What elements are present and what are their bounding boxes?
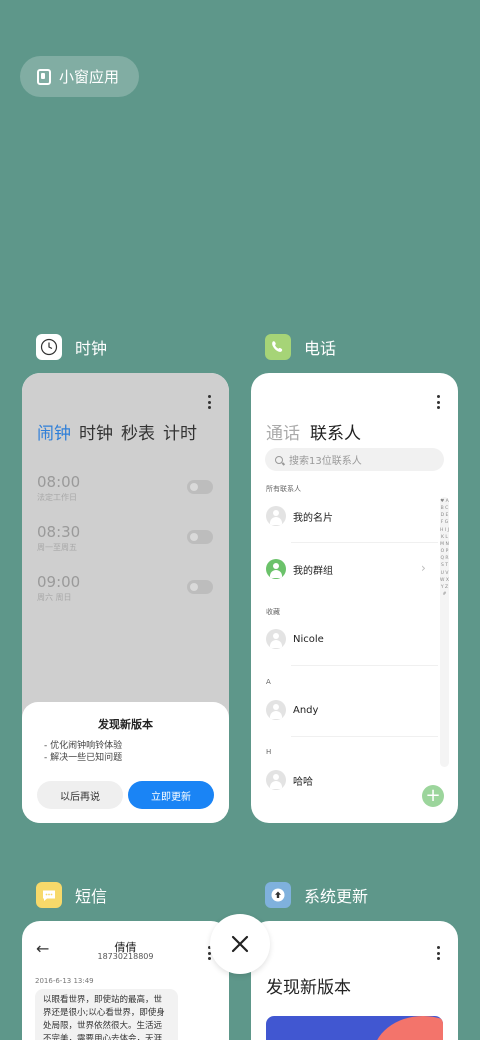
app-header-clock[interactable]: 时钟 — [36, 334, 107, 360]
dialog-line: - 优化闹钟响铃体验 — [44, 741, 123, 751]
alarm-toggle[interactable] — [187, 580, 213, 594]
group-avatar — [266, 559, 286, 579]
message-timestamp: 2016-6-13 13:49 — [35, 977, 94, 985]
recent-card-sms[interactable]: ← 倩倩 18730218809 2016-6-13 13:49 以眼看世界，即… — [22, 921, 229, 1040]
phone-tabs: 通话 联系人 — [266, 419, 361, 444]
section-a: A — [266, 678, 271, 686]
later-button[interactable]: 以后再说 — [37, 781, 123, 809]
app-header-update[interactable]: 系统更新 — [265, 882, 368, 908]
app-name-clock: 时钟 — [75, 339, 108, 358]
update-dialog: 发现新版本 - 优化闹钟响铃体验 - 解决一些已知问题 以后再说 立即更新 — [22, 702, 229, 823]
divider — [291, 665, 438, 666]
phone-app-icon — [265, 334, 291, 360]
contact-name: Nicole — [293, 633, 324, 645]
floating-window-icon — [37, 68, 51, 85]
avatar — [266, 770, 286, 790]
alarm-repeat: 周六 周日 — [37, 593, 72, 602]
contact-name: 哈哈 — [293, 776, 313, 788]
alarm-time: 09:00 — [37, 573, 81, 591]
app-name-phone: 电话 — [304, 339, 337, 358]
tab-stopwatch[interactable]: 秒表 — [121, 419, 155, 444]
more-icon[interactable] — [436, 946, 440, 960]
clear-all-button[interactable] — [210, 914, 270, 974]
divider — [291, 736, 438, 737]
tab-timer[interactable]: 计时 — [163, 419, 197, 444]
app-name-update: 系统更新 — [304, 887, 369, 906]
more-icon[interactable] — [207, 395, 211, 409]
alarm-toggle[interactable] — [187, 480, 213, 494]
sms-app-icon — [36, 882, 62, 908]
system-update-app-icon — [265, 882, 291, 908]
floating-window-label: 小窗应用 — [59, 68, 120, 86]
avatar — [266, 506, 286, 526]
recent-card-phone[interactable]: 通话 联系人 搜索13位联系人 所有联系人 我的名片 我的群组 › 收藏 Nic… — [251, 373, 458, 823]
search-placeholder: 搜索13位联系人 — [289, 456, 362, 467]
alarm-toggle[interactable] — [187, 530, 213, 544]
recent-card-update[interactable]: 发现新版本 — [251, 921, 458, 1040]
alarm-time: 08:30 — [37, 523, 81, 541]
clock-app-icon — [36, 334, 62, 360]
avatar — [266, 629, 286, 649]
section-favorites: 收藏 — [266, 608, 280, 616]
contact-row[interactable]: Andy — [266, 700, 318, 720]
update-now-button[interactable]: 立即更新 — [128, 781, 214, 809]
contact-search-input[interactable]: 搜索13位联系人 — [265, 448, 444, 471]
section-h: H — [266, 748, 272, 756]
tab-alarm[interactable]: 闹钟 — [37, 419, 71, 444]
chevron-right-icon: › — [421, 561, 426, 575]
contact-row[interactable]: 哈哈 — [266, 770, 313, 790]
app-header-sms[interactable]: 短信 — [36, 882, 107, 908]
alarm-item[interactable]: 08:30 周一至周五 — [37, 523, 80, 553]
tab-contacts[interactable]: 联系人 — [310, 419, 361, 444]
conversation-contact-number: 18730218809 — [97, 952, 154, 961]
dialog-line: - 解决一些已知问题 — [44, 753, 123, 763]
clock-tabs: 闹钟 时钟 秒表 计时 — [37, 419, 197, 444]
alphabet-index-scrollbar[interactable]: ♥ A B C D E F G H I J K L M N O P Q R S … — [440, 497, 449, 767]
alarm-item[interactable]: 09:00 周六 周日 — [37, 573, 80, 603]
recent-card-clock[interactable]: 闹钟 时钟 秒表 计时 08:00 法定工作日 08:30 周一至周五 09:0… — [22, 373, 229, 823]
floating-window-apps-button[interactable]: 小窗应用 — [20, 56, 139, 97]
add-contact-button[interactable]: + — [422, 785, 444, 807]
update-title: 发现新版本 — [266, 978, 351, 998]
alarm-item[interactable]: 08:00 法定工作日 — [37, 473, 80, 503]
avatar — [266, 700, 286, 720]
contact-row-my-card[interactable]: 我的名片 — [266, 506, 333, 526]
alarm-repeat: 法定工作日 — [37, 493, 77, 502]
app-name-sms: 短信 — [75, 887, 108, 906]
contact-name: 我的群组 — [293, 565, 333, 577]
message-bubble[interactable]: 以眼看世界，即使站的最高，世界还是很小;以心看世界，即使身处局限，世界依然很大。… — [35, 989, 178, 1040]
tab-clock[interactable]: 时钟 — [79, 419, 113, 444]
more-icon[interactable] — [436, 395, 440, 409]
alarm-time: 08:00 — [37, 473, 81, 491]
divider — [291, 542, 438, 543]
dialog-title: 发现新版本 — [98, 718, 153, 731]
app-header-phone[interactable]: 电话 — [265, 334, 336, 360]
contact-name: Andy — [293, 704, 319, 716]
contact-row-my-groups[interactable]: 我的群组 — [266, 559, 428, 579]
search-icon — [275, 455, 283, 464]
close-icon — [231, 935, 249, 953]
tab-calls[interactable]: 通话 — [266, 419, 300, 444]
contact-name: 我的名片 — [293, 512, 333, 524]
update-banner-image — [266, 1016, 443, 1040]
alarm-repeat: 周一至周五 — [37, 543, 77, 552]
section-all-contacts: 所有联系人 — [266, 485, 301, 493]
contact-row[interactable]: Nicole — [266, 629, 324, 649]
